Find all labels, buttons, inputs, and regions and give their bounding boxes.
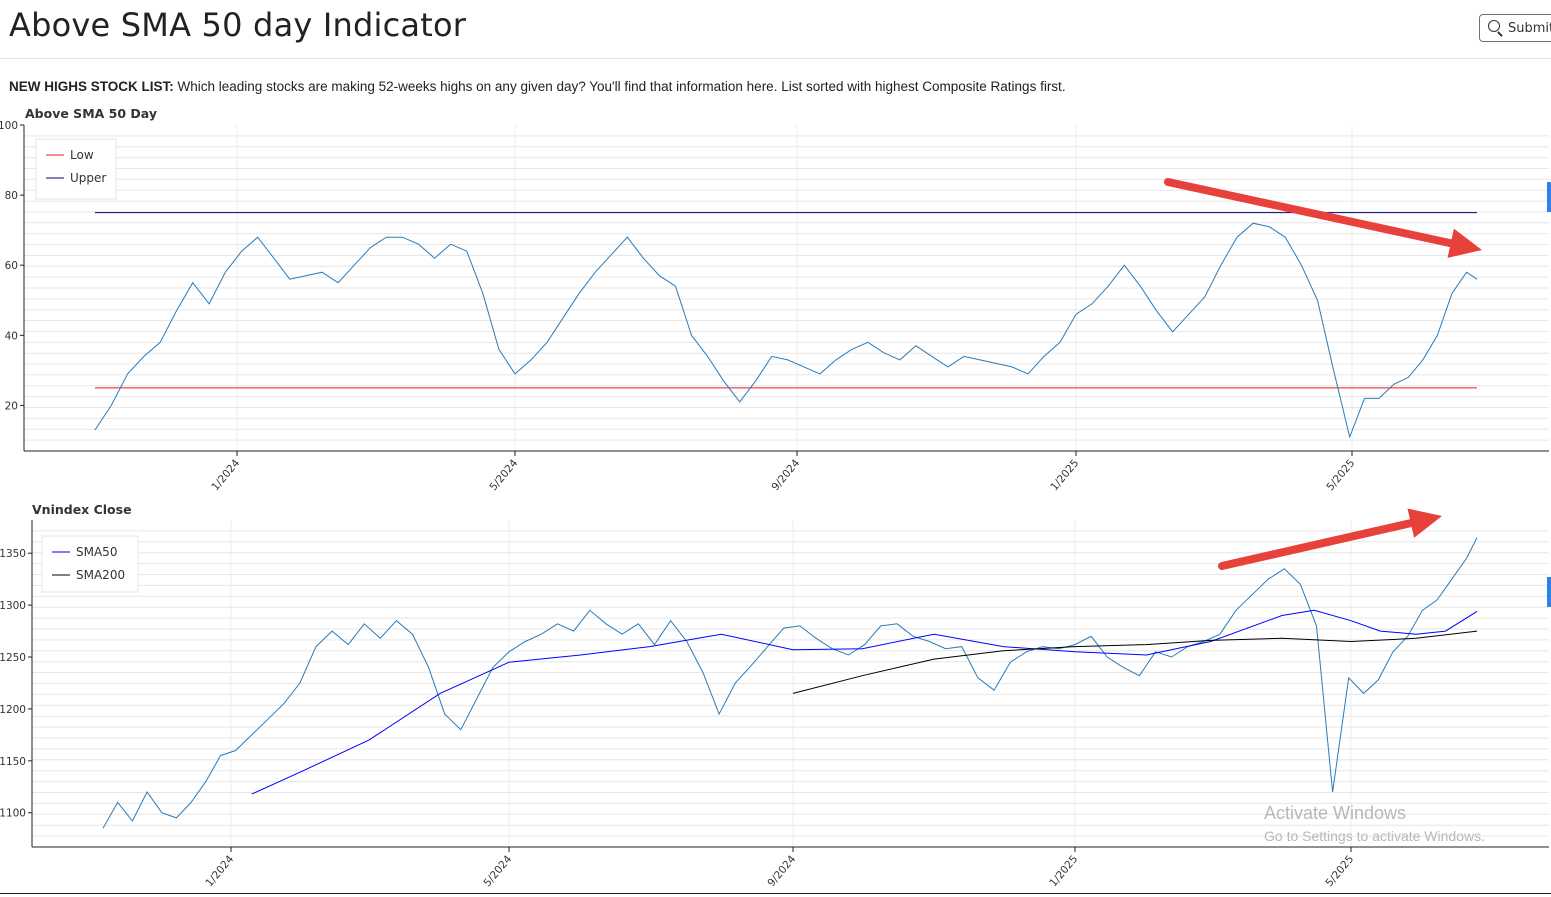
activation-watermark-title: Activate Windows (1264, 803, 1407, 823)
scroll-marker-top[interactable] (1547, 182, 1551, 212)
charts-canvas: Above SMA 50 Day 20 40 60 80 100 1/2024 5/2024 9… (0, 106, 1549, 889)
chart-title: Vnindex Close (32, 502, 132, 517)
y-tick-label: 1250 (0, 652, 26, 664)
chart-title: Above SMA 50 Day (25, 106, 157, 121)
y-tick-label: 1200 (0, 704, 26, 716)
legend-label: SMA50 (76, 545, 117, 559)
y-tick-label: 1300 (0, 600, 26, 612)
y-tick-label: 80 (5, 190, 18, 202)
y-tick-label: 1150 (0, 756, 26, 768)
x-tick-label: 5/2025 (1323, 853, 1356, 889)
x-tick-label: 9/2024 (769, 457, 802, 493)
x-tick-label: 1/2024 (203, 853, 236, 889)
y-tick-label: 40 (5, 330, 18, 342)
legend-label: Upper (70, 171, 106, 185)
scroll-marker-bottom[interactable] (1547, 577, 1551, 607)
x-tick-label: 5/2024 (487, 457, 520, 493)
activation-watermark-subtitle: Go to Settings to activate Windows. (1264, 828, 1485, 844)
x-tick-label: 1/2025 (1048, 457, 1081, 493)
bottom-divider (0, 893, 1551, 894)
legend-label: SMA200 (76, 568, 125, 582)
y-tick-label: 100 (0, 120, 18, 132)
y-tick-label: 60 (5, 260, 18, 272)
x-tick-label: 5/2024 (481, 853, 514, 889)
x-tick-label: 5/2025 (1324, 457, 1357, 493)
y-tick-label: 1100 (0, 808, 26, 820)
x-tick-label: 1/2024 (209, 457, 242, 493)
x-tick-label: 1/2025 (1047, 853, 1080, 889)
y-tick-label: 1350 (0, 548, 26, 560)
y-tick-label: 20 (5, 400, 18, 412)
x-tick-label: 9/2024 (765, 853, 798, 889)
legend-label: Low (70, 148, 94, 162)
